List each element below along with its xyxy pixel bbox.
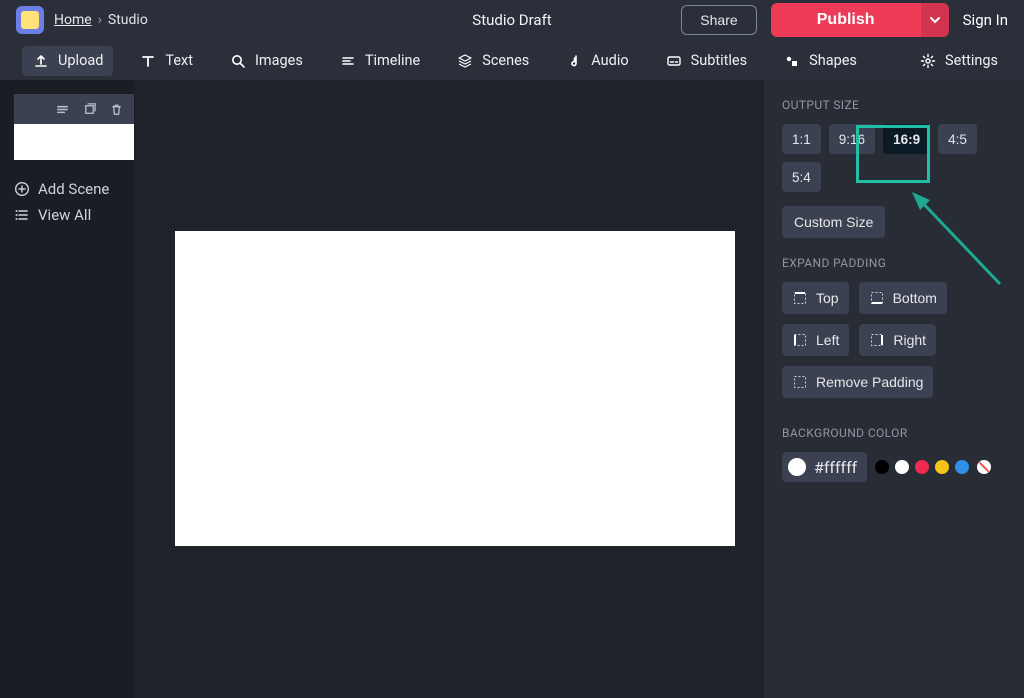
- output-size-label: OUTPUT SIZE: [782, 98, 1008, 112]
- view-all-button[interactable]: View All: [14, 206, 135, 224]
- tool-shapes-label: Shapes: [809, 52, 857, 69]
- background-color-row: #ffffff: [782, 452, 1008, 482]
- bg-swatch[interactable]: [875, 460, 889, 474]
- tool-images-label: Images: [255, 52, 303, 69]
- pad-right-icon: [869, 332, 885, 348]
- list-icon: [14, 207, 30, 223]
- tool-text-label: Text: [165, 52, 193, 69]
- shapes-icon: [783, 52, 801, 70]
- main-area: Add Scene View All OUTPUT SIZE 1:1 9:16 16…: [0, 80, 1024, 698]
- canvas-area[interactable]: [135, 80, 764, 698]
- bg-swatch-list: [875, 460, 969, 474]
- text-icon: [139, 52, 157, 70]
- scene-delete-icon[interactable]: [109, 102, 124, 117]
- pad-bottom-label: Bottom: [893, 290, 937, 306]
- remove-padding-label: Remove Padding: [816, 374, 923, 390]
- scene-duplicate-icon[interactable]: [82, 102, 97, 117]
- tool-upload[interactable]: Upload: [22, 46, 113, 76]
- canvas[interactable]: [175, 231, 735, 546]
- padding-row-1: Top Bottom: [782, 282, 1008, 314]
- scene-thumbnail[interactable]: [14, 124, 134, 160]
- tool-settings-label: Settings: [945, 52, 998, 69]
- expand-padding-label: EXPAND PADDING: [782, 256, 1008, 270]
- bg-swatch[interactable]: [955, 460, 969, 474]
- view-all-label: View All: [38, 206, 91, 224]
- app-logo-inner: [21, 11, 39, 29]
- ratio-5-4-button[interactable]: 5:4: [782, 162, 821, 192]
- publish-button[interactable]: Publish: [771, 3, 921, 37]
- chevron-down-icon: [929, 14, 941, 26]
- pad-top-icon: [792, 290, 808, 306]
- scene-reorder-icon[interactable]: [55, 102, 70, 117]
- publish-group: Publish: [771, 3, 949, 37]
- tool-timeline[interactable]: Timeline: [329, 46, 430, 76]
- music-note-icon: [565, 52, 583, 70]
- tool-upload-label: Upload: [58, 52, 103, 69]
- main-toolbar: Upload Text Images Timeline Scenes Audio…: [0, 40, 1024, 80]
- bg-swatch[interactable]: [935, 460, 949, 474]
- bg-color-chip[interactable]: #ffffff: [782, 452, 867, 482]
- plus-circle-icon: [14, 181, 30, 197]
- app-logo: [16, 6, 44, 34]
- ratio-9-16-button[interactable]: 9:16: [829, 124, 875, 154]
- pad-bottom-button[interactable]: Bottom: [859, 282, 947, 314]
- scene-sidebar-links: Add Scene View All: [14, 180, 135, 224]
- tool-scenes[interactable]: Scenes: [446, 46, 539, 76]
- tool-timeline-label: Timeline: [365, 52, 420, 69]
- breadcrumb-home-link[interactable]: Home: [54, 12, 92, 28]
- scene-actions-bar: [14, 94, 134, 124]
- pad-right-button[interactable]: Right: [859, 324, 936, 356]
- bg-swatch[interactable]: [895, 460, 909, 474]
- pad-top-label: Top: [816, 290, 839, 306]
- ratio-1-1-button[interactable]: 1:1: [782, 124, 821, 154]
- pad-left-label: Left: [816, 332, 839, 348]
- tool-subtitles[interactable]: Subtitles: [655, 46, 757, 76]
- pad-right-label: Right: [893, 332, 926, 348]
- tool-settings[interactable]: Settings: [909, 46, 1008, 76]
- publish-dropdown-button[interactable]: [921, 3, 949, 37]
- properties-panel: OUTPUT SIZE 1:1 9:16 16:9 4:5 5:4 Custom Siz…: [764, 80, 1024, 698]
- ratio-4-5-button[interactable]: 4:5: [938, 124, 977, 154]
- breadcrumb: Home › Studio: [54, 12, 148, 28]
- gear-icon: [919, 52, 937, 70]
- pad-left-button[interactable]: Left: [782, 324, 849, 356]
- sign-in-link[interactable]: Sign In: [963, 11, 1008, 29]
- tool-shapes[interactable]: Shapes: [773, 46, 867, 76]
- breadcrumb-separator: ›: [98, 12, 102, 28]
- share-button[interactable]: Share: [681, 5, 756, 35]
- tool-scenes-label: Scenes: [482, 52, 529, 69]
- ratio-16-9-button[interactable]: 16:9: [883, 124, 930, 154]
- layers-icon: [456, 52, 474, 70]
- padding-row-2: Left Right: [782, 324, 1008, 356]
- bg-swatch-none[interactable]: [977, 460, 991, 474]
- pad-remove-icon: [792, 374, 808, 390]
- header-actions: Share Publish Sign In: [681, 3, 1008, 37]
- add-scene-button[interactable]: Add Scene: [14, 180, 135, 198]
- bg-swatch[interactable]: [915, 460, 929, 474]
- app-header: Home › Studio Studio Draft Share Publish…: [0, 0, 1024, 40]
- breadcrumb-current: Studio: [108, 12, 148, 28]
- tool-subtitles-label: Subtitles: [691, 52, 747, 69]
- page-title: Studio Draft: [472, 11, 551, 29]
- tool-text[interactable]: Text: [129, 46, 203, 76]
- tool-audio-label: Audio: [591, 52, 628, 69]
- bg-color-swatch: [788, 458, 806, 476]
- pad-top-button[interactable]: Top: [782, 282, 849, 314]
- upload-icon: [32, 52, 50, 70]
- padding-row-3: Remove Padding: [782, 366, 1008, 398]
- aspect-ratio-row: 1:1 9:16 16:9 4:5 5:4: [782, 124, 1008, 192]
- background-color-label: BACKGROUND COLOR: [782, 426, 1008, 440]
- remove-padding-button[interactable]: Remove Padding: [782, 366, 933, 398]
- bg-color-value: #ffffff: [814, 458, 857, 477]
- tool-audio[interactable]: Audio: [555, 46, 638, 76]
- tool-images[interactable]: Images: [219, 46, 313, 76]
- search-icon: [229, 52, 247, 70]
- pad-bottom-icon: [869, 290, 885, 306]
- timeline-icon: [339, 52, 357, 70]
- add-scene-label: Add Scene: [38, 180, 109, 198]
- pad-left-icon: [792, 332, 808, 348]
- subtitles-icon: [665, 52, 683, 70]
- custom-size-button[interactable]: Custom Size: [782, 206, 885, 238]
- scene-sidebar: Add Scene View All: [0, 80, 135, 698]
